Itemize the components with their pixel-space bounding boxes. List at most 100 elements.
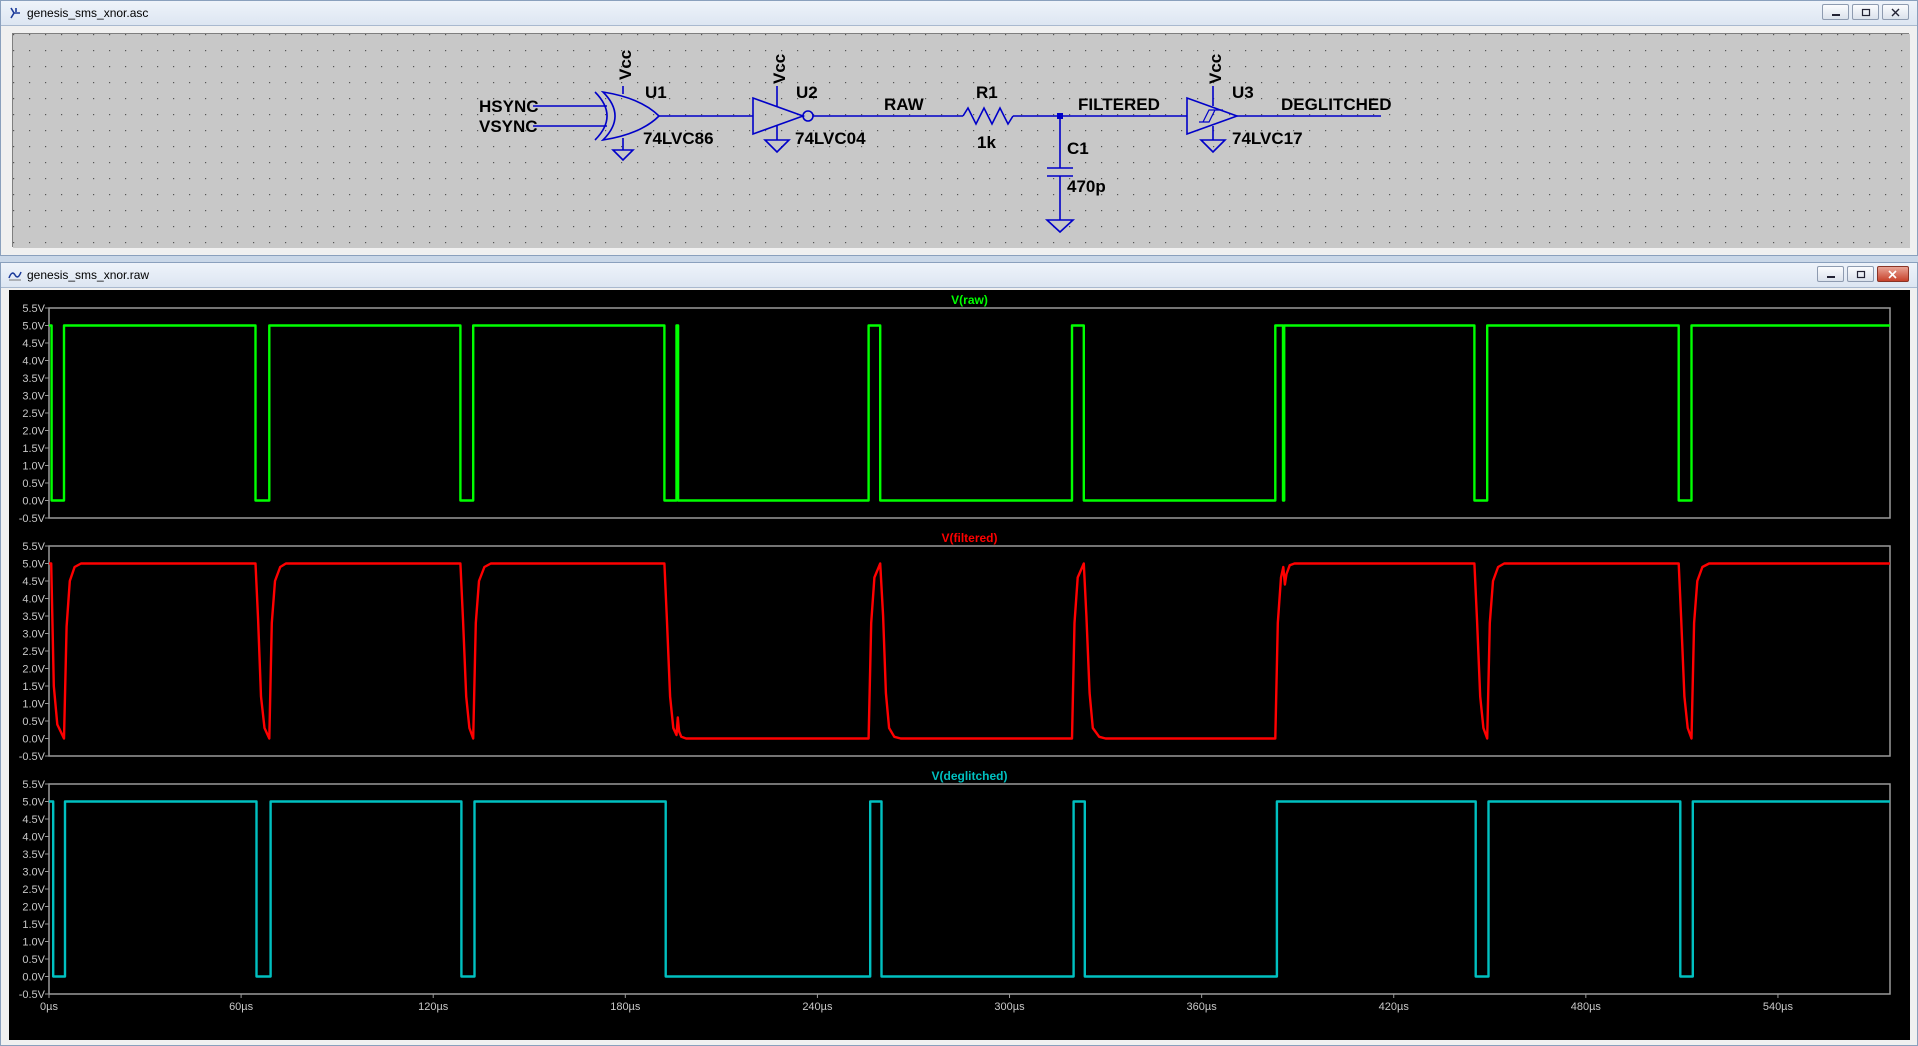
u2-vcc-label: Vcc — [770, 54, 789, 84]
y-tick-label: 0.5V — [22, 478, 45, 490]
y-tick-label: 4.0V — [22, 594, 45, 606]
y-tick-label: 1.0V — [22, 699, 45, 711]
y-tick-label: 3.0V — [22, 391, 45, 403]
minimize-button[interactable] — [1817, 266, 1844, 282]
r1-value-label: 1k — [977, 133, 996, 152]
waveform-plots-svg[interactable]: V(raw) 5.5V 5.0V 4.5V 4.0V 3.5V 3.0V 2.5V 2.0V 1.… — [9, 290, 1910, 1040]
waveform-icon — [7, 267, 23, 283]
y-tick-label: -0.5V — [19, 989, 46, 1001]
minimize-button[interactable] — [1822, 4, 1849, 20]
y-tick-label: 4.5V — [22, 338, 45, 350]
x-tick-label: 180µs — [610, 1001, 641, 1013]
waveform-window-controls — [1817, 266, 1909, 282]
y-tick-label: 0.5V — [22, 954, 45, 966]
x-tick-label: 60µs — [229, 1001, 254, 1013]
y-tick-label: 2.5V — [22, 646, 45, 658]
filtered-net-label: FILTERED — [1078, 95, 1160, 114]
schematic-icon — [7, 5, 23, 21]
y-tick-label: 3.0V — [22, 867, 45, 879]
u1-vcc-label: Vcc — [616, 50, 635, 80]
waveform-titlebar[interactable]: genesis_sms_xnor.raw — [1, 263, 1917, 288]
y-tick-label: 2.5V — [22, 408, 45, 420]
deglitched-net-label: DEGLITCHED — [1281, 95, 1392, 114]
y-tick-label: 0.5V — [22, 716, 45, 728]
c1-value-label: 470p — [1067, 177, 1106, 196]
schematic-grid — [13, 34, 1910, 248]
u3-part-label: 74LVC17 — [1232, 129, 1303, 148]
schematic-canvas[interactable]: HSYNC VSYNC U1 74LVC86 Vcc U2 74LVC04 Vc… — [12, 33, 1910, 248]
waveform-window-title: genesis_sms_xnor.raw — [27, 268, 150, 282]
hsync-label: HSYNC — [479, 97, 539, 116]
y-tick-label: 3.5V — [22, 849, 45, 861]
restore-icon — [1861, 8, 1870, 16]
schematic-window-controls — [1822, 4, 1909, 20]
u1-part-label: 74LVC86 — [643, 129, 714, 148]
close-icon — [1888, 269, 1897, 279]
y-tick-label: 2.5V — [22, 884, 45, 896]
y-tick-label: 0.0V — [22, 496, 45, 508]
close-icon — [1891, 8, 1899, 16]
x-tick-label: 480µs — [1571, 1001, 1602, 1013]
u3-ref-label: U3 — [1232, 83, 1254, 102]
x-tick-label: 300µs — [994, 1001, 1025, 1013]
x-tick-label: 120µs — [418, 1001, 449, 1013]
y-tick-label: 5.0V — [22, 559, 45, 571]
y-tick-label: 3.0V — [22, 629, 45, 641]
y-tick-label: 1.5V — [22, 919, 45, 931]
restore-button[interactable] — [1852, 4, 1879, 20]
c1-ref-label: C1 — [1067, 139, 1089, 158]
y-tick-label: 5.5V — [22, 779, 45, 791]
y-tick-label: 1.0V — [22, 937, 45, 949]
trace-deglitched[interactable] — [49, 800, 1890, 978]
u2-ref-label: U2 — [796, 83, 818, 102]
plot-frame-deglitched — [48, 783, 1891, 995]
y-tick-label: 5.5V — [22, 541, 45, 553]
y-tick-label: 1.5V — [22, 443, 45, 455]
y-tick-label: 5.0V — [22, 797, 45, 809]
trace-label-raw[interactable]: V(raw) — [951, 293, 988, 307]
y-tick-label: 4.5V — [22, 814, 45, 826]
y-tick-label: 1.0V — [22, 461, 45, 473]
schematic-window-title: genesis_sms_xnor.asc — [27, 6, 149, 20]
waveform-plot-area[interactable]: V(raw) 5.5V 5.0V 4.5V 4.0V 3.5V 3.0V 2.5V 2.0V 1.… — [9, 290, 1910, 1040]
vsync-label: VSYNC — [479, 117, 538, 136]
y-tick-label: 0.0V — [22, 972, 45, 984]
y-tick-label: 0.0V — [22, 734, 45, 746]
y-tick-label: 1.5V — [22, 681, 45, 693]
y-tick-label: -0.5V — [19, 751, 46, 763]
x-tick-label: 240µs — [802, 1001, 833, 1013]
y-tick-label: 2.0V — [22, 664, 45, 676]
minimize-icon — [1831, 14, 1840, 16]
x-tick-label: 0µs — [40, 1001, 58, 1013]
x-tick-label: 360µs — [1187, 1001, 1218, 1013]
y-tick-label: 3.5V — [22, 611, 45, 623]
y-tick-label: 5.0V — [22, 321, 45, 333]
close-button[interactable] — [1882, 4, 1909, 20]
u1-ref-label: U1 — [645, 83, 667, 102]
restore-button[interactable] — [1847, 266, 1874, 282]
minimize-icon — [1826, 276, 1835, 278]
schematic-window: genesis_sms_xnor.asc HSYNC VSYNC U1 74LV… — [0, 0, 1918, 256]
schematic-titlebar[interactable]: genesis_sms_xnor.asc — [1, 1, 1917, 26]
u2-part-label: 74LVC04 — [795, 129, 866, 148]
close-button[interactable] — [1877, 266, 1909, 282]
filtered-junction-dot — [1057, 113, 1063, 119]
x-tick-label: 540µs — [1763, 1001, 1794, 1013]
restore-icon — [1856, 270, 1865, 278]
trace-label-filtered[interactable]: V(filtered) — [941, 531, 997, 545]
plot-frame-raw — [48, 307, 1891, 519]
plot-frame-filtered — [48, 545, 1891, 757]
x-tick-label: 420µs — [1379, 1001, 1410, 1013]
y-tick-label: 4.0V — [22, 356, 45, 368]
r1-ref-label: R1 — [976, 83, 998, 102]
y-tick-label: 2.0V — [22, 426, 45, 438]
y-tick-label: 4.0V — [22, 832, 45, 844]
raw-net-label: RAW — [884, 95, 925, 114]
y-tick-label: 2.0V — [22, 902, 45, 914]
u3-vcc-label: Vcc — [1206, 54, 1225, 84]
trace-raw[interactable] — [49, 324, 1890, 502]
y-tick-label: -0.5V — [19, 513, 46, 525]
y-tick-label: 4.5V — [22, 576, 45, 588]
trace-filtered[interactable] — [49, 562, 1890, 740]
trace-label-deglitched[interactable]: V(deglitched) — [931, 769, 1007, 783]
